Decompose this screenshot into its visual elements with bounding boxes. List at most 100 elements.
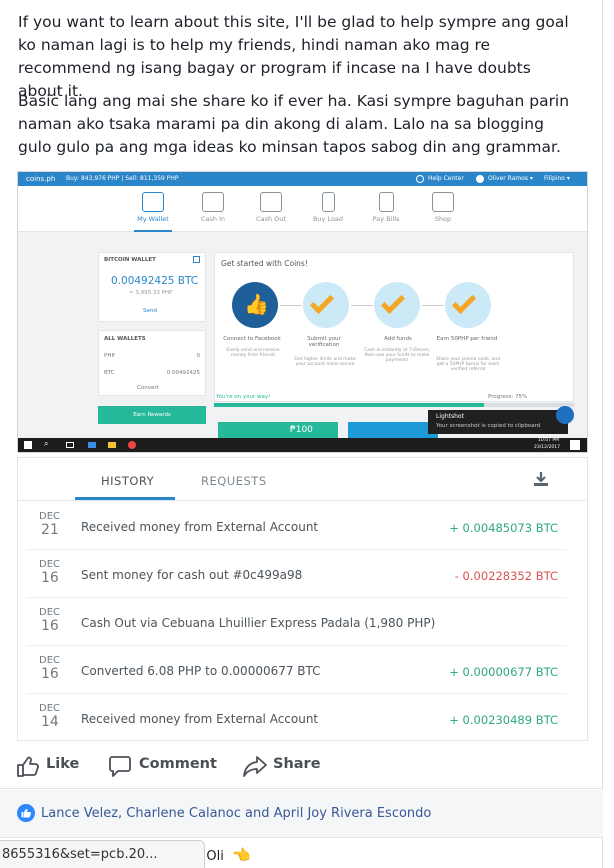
transaction-day: 16 (41, 666, 59, 682)
transaction-month: DEC (39, 511, 61, 522)
transaction-description: Cash Out via Cebuana Lhuillier Express P… (81, 616, 436, 630)
comment-label: Comment (139, 756, 217, 772)
like-reaction-icon[interactable] (17, 804, 35, 822)
notification-icon[interactable] (570, 440, 580, 450)
download-icon[interactable] (533, 471, 549, 487)
convert-link[interactable]: Convert (137, 385, 159, 391)
referral-step-icon[interactable] (445, 282, 491, 328)
active-tab-underline (75, 497, 175, 500)
nav-label: Shop (434, 215, 452, 223)
windows-start-icon[interactable] (24, 441, 32, 449)
verification-step-icon[interactable] (303, 282, 349, 328)
check-icon (309, 289, 335, 315)
nav-buy-load[interactable]: Buy Load (303, 192, 353, 223)
search-icon[interactable]: ⌕ (44, 439, 48, 449)
share-label: Share (273, 756, 321, 772)
send-link[interactable]: Send (143, 308, 157, 314)
tab-requests[interactable]: REQUESTS (201, 474, 267, 488)
bitcoin-wallet-card: BITCOIN WALLET 0.00492425 BTC ≈ 3,995.33… (98, 252, 206, 322)
check-icon (380, 289, 406, 315)
progress-fill (214, 403, 484, 407)
coins-logo: coins.ph (26, 175, 56, 183)
step-connector (422, 305, 444, 306)
transaction-row[interactable]: DEC 14 Received money from External Accoun… (26, 696, 566, 740)
like-thumb-icon (17, 756, 39, 777)
step-subtitle: Share your promo code, and get a 50PHP b… (435, 357, 501, 372)
transaction-row[interactable]: DEC 16 Sent money for cash out #0c499a98 - … (26, 552, 566, 598)
promo-amount: ₱100 (290, 425, 313, 435)
reactions-bar: Lance Velez, Charlene Calanoc and April … (0, 790, 603, 838)
transaction-row[interactable]: DEC 21 Received money from External Accoun… (26, 504, 566, 550)
rates-text: Buy: 843,976 PHP | Sell: 811,359 PHP (66, 175, 179, 182)
active-tab-indicator (134, 230, 172, 232)
transaction-description: Converted 6.08 PHP to 0.00000677 BTC (81, 664, 321, 678)
coins-nav: My Wallet Cash In Cash Out Buy Load Pay … (18, 186, 587, 232)
transaction-month: DEC (39, 607, 61, 618)
wallet-php-estimate: ≈ 3,995.33 PHP (129, 290, 173, 296)
post-action-bar: Like Comment Share (0, 745, 603, 789)
wallet-icon (142, 192, 164, 212)
transaction-description: Received money from External Account (81, 520, 319, 534)
nav-label: Cash In (200, 215, 226, 223)
transaction-month: DEC (39, 559, 61, 570)
user-menu[interactable]: Oliver Ramos ▾ (488, 172, 533, 186)
comment-bubble-icon (109, 756, 131, 777)
lightshot-toast[interactable]: Lightshot Your screenshot is copied to c… (428, 410, 568, 434)
nav-pay-bills[interactable]: Pay Bills (361, 192, 411, 223)
nav-cash-out[interactable]: Cash Out (246, 192, 296, 223)
attached-screenshot[interactable]: coins.ph Buy: 843,976 PHP | Sell: 811,35… (17, 171, 588, 453)
step-title: Connect to Facebook (223, 336, 281, 342)
transaction-amount: + 0.00485073 BTC (449, 521, 558, 535)
php-wallet-label: PHP (104, 353, 115, 359)
transaction-month: DEC (39, 655, 61, 666)
transaction-month: DEC (39, 703, 61, 714)
transaction-day: 14 (41, 714, 59, 730)
store-icon (432, 192, 454, 212)
nav-shop[interactable]: Shop (418, 192, 468, 223)
nav-label: Cash Out (256, 215, 286, 223)
coins-topbar: coins.ph Buy: 843,976 PHP | Sell: 811,35… (18, 172, 587, 186)
facebook-post: If you want to learn about this site, I'… (0, 0, 603, 868)
all-wallets-title: ALL WALLETS (104, 336, 146, 342)
transaction-amount: - 0.00228352 BTC (454, 569, 558, 583)
browser-status-url: 8655316&set=pcb.20... (0, 840, 205, 868)
lightshot-title: Lightshot (436, 413, 464, 420)
history-tabs: HISTORY REQUESTS (18, 458, 587, 501)
facebook-step-icon[interactable]: 👍 (232, 282, 278, 328)
windows-taskbar: ⌕ 10:07 PM 23/12/2017 (18, 438, 587, 452)
funds-step-icon[interactable] (374, 282, 420, 328)
progress-caption: You're on your way! (216, 394, 271, 400)
help-center-link[interactable]: Help Center (428, 172, 464, 186)
check-icon (451, 289, 477, 315)
edge-icon[interactable] (88, 442, 96, 448)
like-label: Like (46, 756, 80, 772)
step-subtitle: Easily send and receive money from frien… (226, 348, 280, 358)
transaction-row[interactable]: DEC 16 Converted 6.08 PHP to 0.00000677 BT… (26, 648, 566, 694)
reaction-names[interactable]: Lance Velez, Charlene Calanoc and April … (41, 806, 431, 821)
transaction-description: Sent money for cash out #0c499a98 (81, 568, 303, 582)
step-connector (280, 305, 302, 306)
folder-icon[interactable] (108, 442, 116, 448)
transaction-row[interactable]: DEC 16 Cash Out via Cebuana Lhuillier Expr… (26, 600, 566, 646)
chat-bubble-icon[interactable] (556, 406, 574, 424)
share-arrow-icon (243, 756, 267, 777)
language-menu[interactable]: Filipino ▾ (544, 172, 570, 186)
taskbar-time: 10:07 PM (538, 438, 559, 443)
progress-track (214, 403, 574, 407)
btc-wallet-label: BTC (104, 370, 115, 376)
step-title: Add funds (384, 336, 412, 342)
post-paragraph-2: Basic lang ang mai she share ko if ever … (18, 92, 570, 156)
transaction-day: 21 (41, 522, 59, 538)
atm-icon (260, 192, 282, 212)
progress-label: Progress: 75% (488, 394, 528, 400)
tab-history[interactable]: HISTORY (101, 474, 154, 488)
btc-wallet-value: 0.00492425 (166, 370, 200, 376)
help-icon (416, 175, 424, 183)
step-subtitle: Cash in instantly at 7-Eleven, then use … (364, 348, 431, 363)
earn-rewards-button[interactable]: Earn Rewards (98, 406, 206, 424)
qr-icon[interactable] (193, 256, 200, 263)
task-view-icon[interactable] (66, 442, 74, 448)
chrome-icon[interactable] (128, 441, 136, 449)
nav-cash-in[interactable]: Cash In (188, 192, 238, 223)
nav-my-wallet[interactable]: My Wallet (128, 192, 178, 223)
